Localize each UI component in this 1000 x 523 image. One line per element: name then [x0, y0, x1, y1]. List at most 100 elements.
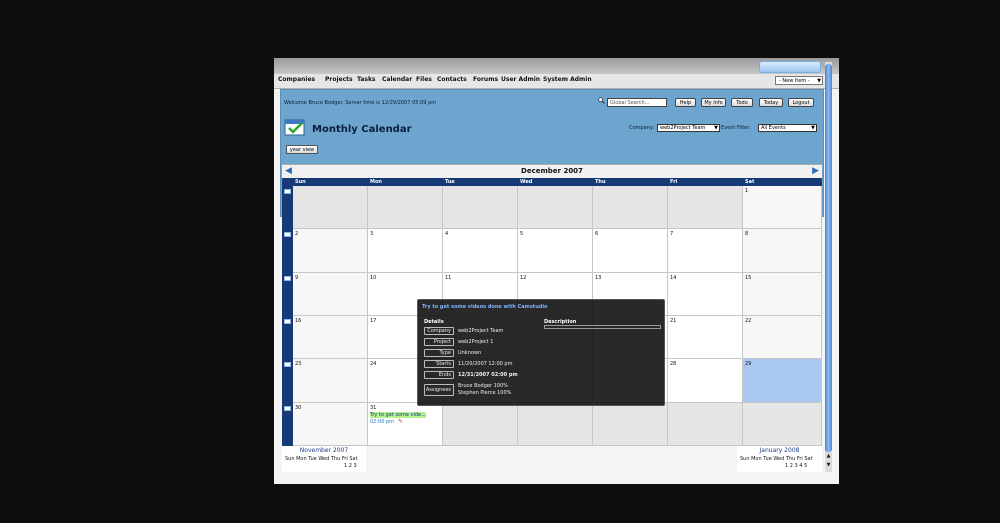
- day-cell[interactable]: 3: [368, 229, 443, 273]
- mini-prev-title[interactable]: November 2007: [282, 447, 366, 454]
- day-cell[interactable]: 5: [518, 229, 593, 273]
- day-number[interactable]: 3: [370, 231, 373, 237]
- day-number[interactable]: 17: [370, 318, 376, 324]
- week-view-icon[interactable]: [284, 319, 291, 324]
- popup-label-assignees: Assignees: [424, 384, 454, 396]
- day-number[interactable]: 31: [370, 405, 376, 411]
- logout-button[interactable]: Logout: [788, 98, 814, 107]
- day-number[interactable]: 6: [595, 231, 598, 237]
- day-number[interactable]: 30: [295, 405, 301, 411]
- menu-system-admin[interactable]: System Admin: [543, 76, 592, 83]
- todo-button[interactable]: Todo: [731, 98, 753, 107]
- scroll-down-arrow-icon[interactable]: ▼: [825, 462, 832, 469]
- week-view-icon[interactable]: [284, 232, 291, 237]
- event-popup: Try to get some videos done with Camstud…: [417, 299, 665, 406]
- day-number[interactable]: 16: [295, 318, 301, 324]
- mini-next-title[interactable]: January 2008: [737, 447, 822, 454]
- menu-calendar[interactable]: Calendar: [382, 76, 412, 83]
- app-window: Companies Projects Tasks Calendar Files …: [274, 58, 839, 484]
- menu-companies[interactable]: Companies: [278, 76, 315, 83]
- popup-title: Try to get some videos done with Camstud…: [422, 304, 548, 310]
- week-view-icon[interactable]: [284, 276, 291, 281]
- day-cell[interactable]: 16: [293, 316, 368, 359]
- year-view-button[interactable]: year view: [286, 145, 318, 154]
- popup-label-type: Type: [424, 349, 454, 357]
- week-column: [282, 403, 293, 446]
- day-number[interactable]: 24: [370, 361, 376, 367]
- day-cell[interactable]: 14: [668, 273, 743, 316]
- day-number[interactable]: 29: [745, 361, 751, 367]
- week-view-icon[interactable]: [284, 406, 291, 411]
- global-search-input[interactable]: Global Search...: [607, 98, 667, 107]
- empty-day-cell: [668, 403, 743, 446]
- day-number[interactable]: 10: [370, 275, 376, 281]
- menu-contacts[interactable]: Contacts: [437, 76, 467, 83]
- edit-event-icon[interactable]: ✎: [398, 418, 403, 425]
- day-cell[interactable]: 6: [593, 229, 668, 273]
- menu-files[interactable]: Files: [416, 76, 432, 83]
- calendar-check-icon: [284, 119, 305, 136]
- day-number[interactable]: 13: [595, 275, 601, 281]
- empty-day-cell: [518, 403, 593, 446]
- week-column: [282, 273, 293, 316]
- popup-label-ends: Ends: [424, 371, 454, 379]
- next-month-arrow-icon[interactable]: ▶: [812, 166, 819, 176]
- popup-value-company: web2Project Team: [458, 328, 504, 334]
- today-button[interactable]: Today: [759, 98, 783, 107]
- day-number[interactable]: 14: [670, 275, 676, 281]
- empty-day-cell: [518, 186, 593, 229]
- day-number[interactable]: 15: [745, 275, 751, 281]
- menu-projects[interactable]: Projects: [325, 76, 353, 83]
- week-view-icon[interactable]: [284, 362, 291, 367]
- day-number[interactable]: 4: [445, 231, 448, 237]
- my-info-button[interactable]: My Info: [701, 98, 726, 107]
- new-item-select[interactable]: - New Item - ▼: [775, 76, 823, 85]
- day-cell[interactable]: 15: [743, 273, 822, 316]
- mini-prev-nums: 1 2 3: [344, 463, 357, 469]
- day-number[interactable]: 11: [445, 275, 451, 281]
- popup-value-ends: 12/31/2007 02:00 pm: [458, 372, 518, 378]
- week-view-icon[interactable]: [284, 189, 291, 194]
- day-cell[interactable]: 30: [293, 403, 368, 446]
- day-cell[interactable]: 29: [743, 359, 822, 403]
- day-cell[interactable]: 2: [293, 229, 368, 273]
- chevron-down-icon: ▼: [817, 78, 821, 84]
- scrollbar-thumb[interactable]: [825, 64, 832, 452]
- menu-forums[interactable]: Forums: [473, 76, 498, 83]
- day-number[interactable]: 22: [745, 318, 751, 324]
- day-cell[interactable]: 7: [668, 229, 743, 273]
- day-number[interactable]: 23: [295, 361, 301, 367]
- day-cell[interactable]: 9: [293, 273, 368, 316]
- popup-value-type: Unknown: [458, 350, 482, 356]
- new-item-value: - New Item -: [779, 78, 810, 84]
- menu-tasks[interactable]: Tasks: [357, 76, 376, 83]
- day-number[interactable]: 21: [670, 318, 676, 324]
- day-cell[interactable]: 1: [743, 186, 822, 229]
- scroll-up-arrow-icon[interactable]: ▲: [825, 453, 832, 460]
- day-cell[interactable]: 22: [743, 316, 822, 359]
- menu-user-admin[interactable]: User Admin: [501, 76, 540, 83]
- day-number[interactable]: 1: [745, 188, 748, 194]
- day-number[interactable]: 8: [745, 231, 748, 237]
- week-column: [282, 316, 293, 359]
- day-cell[interactable]: 23: [293, 359, 368, 403]
- day-cell[interactable]: 31 Try to get some vide... 02:00 pm ✎: [368, 403, 443, 446]
- day-number[interactable]: 7: [670, 231, 673, 237]
- day-cell[interactable]: 21: [668, 316, 743, 359]
- event-time: 02:00 pm: [370, 419, 395, 425]
- details-heading: Details: [424, 319, 444, 325]
- day-cell[interactable]: 8: [743, 229, 822, 273]
- day-number[interactable]: 9: [295, 275, 298, 281]
- weekday-thu: Thu: [595, 179, 606, 185]
- day-number[interactable]: 28: [670, 361, 676, 367]
- event-filter-select[interactable]: All Events ▼: [758, 124, 817, 132]
- help-button[interactable]: Help: [675, 98, 696, 107]
- empty-day-cell: [593, 186, 668, 229]
- day-number[interactable]: 12: [520, 275, 526, 281]
- search-icon: [598, 97, 605, 104]
- day-cell[interactable]: 28: [668, 359, 743, 403]
- day-cell[interactable]: 4: [443, 229, 518, 273]
- company-select[interactable]: web2Project Team ▼: [657, 124, 720, 132]
- day-number[interactable]: 5: [520, 231, 523, 237]
- day-number[interactable]: 2: [295, 231, 298, 237]
